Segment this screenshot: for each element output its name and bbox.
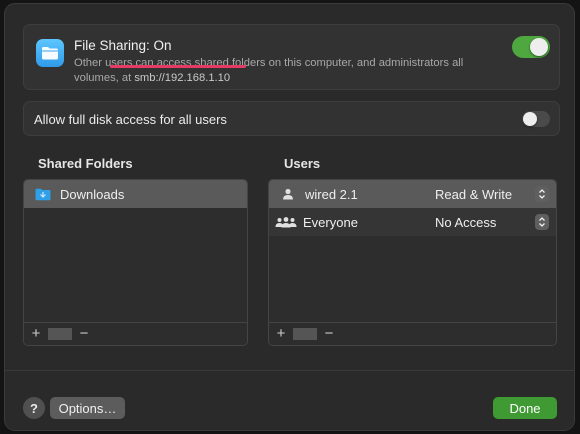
- group-icon: [275, 216, 297, 228]
- remove-folder-button[interactable]: −: [72, 324, 96, 344]
- done-button[interactable]: Done: [493, 397, 557, 419]
- users-heading: Users: [284, 156, 321, 171]
- file-sharing-title: File Sharing: On: [74, 38, 172, 53]
- folder-icon: [34, 188, 52, 201]
- permission-stepper[interactable]: [535, 186, 549, 202]
- user-icon: [279, 188, 297, 200]
- user-name: wired 2.1: [305, 186, 358, 202]
- shared-folders-footer: + −: [24, 322, 247, 345]
- full-disk-access-panel: Allow full disk access for all users: [23, 101, 560, 136]
- list-item[interactable]: Downloads: [24, 180, 247, 208]
- folder-name: Downloads: [60, 186, 125, 202]
- permission-stepper[interactable]: [535, 214, 549, 230]
- file-sharing-sheet: File Sharing: On Other users can access …: [4, 3, 575, 431]
- table-row[interactable]: wired 2.1 Read & Write: [269, 180, 556, 208]
- chevron-updown-icon: [539, 189, 545, 199]
- file-sharing-toggle[interactable]: [512, 36, 550, 58]
- users-list: wired 2.1 Read & Write Everyone No Acces…: [268, 179, 557, 346]
- toggle-knob: [530, 38, 548, 56]
- permission-value[interactable]: No Access: [435, 215, 496, 230]
- permission-value[interactable]: Read & Write: [435, 187, 512, 202]
- full-disk-access-toggle[interactable]: [522, 111, 550, 127]
- file-sharing-description: Other users can access shared folders on…: [74, 56, 504, 86]
- sheet-footer: ? Options… Done: [5, 370, 574, 430]
- address-highlight-underline: [110, 65, 246, 68]
- help-button[interactable]: ?: [23, 397, 45, 419]
- add-folder-button[interactable]: +: [24, 324, 48, 344]
- table-row[interactable]: Everyone No Access: [269, 208, 556, 236]
- users-footer: + −: [269, 322, 556, 345]
- toggle-knob: [523, 112, 537, 126]
- chevron-updown-icon: [539, 217, 545, 227]
- description-text: Other users can access shared folders on…: [74, 57, 464, 84]
- file-sharing-icon: [36, 39, 64, 67]
- remove-user-button[interactable]: −: [317, 324, 341, 344]
- add-user-button[interactable]: +: [269, 324, 293, 344]
- full-disk-access-label: Allow full disk access for all users: [34, 112, 227, 127]
- shared-folders-list: Downloads + −: [23, 179, 248, 346]
- divider: [293, 328, 317, 340]
- file-sharing-panel: File Sharing: On Other users can access …: [23, 24, 560, 90]
- user-name: Everyone: [303, 214, 358, 230]
- shared-folders-heading: Shared Folders: [38, 156, 133, 171]
- options-button[interactable]: Options…: [50, 397, 125, 419]
- smb-address[interactable]: smb://192.168.1.10: [134, 72, 230, 84]
- folder-icon: [42, 47, 58, 60]
- divider: [48, 328, 72, 340]
